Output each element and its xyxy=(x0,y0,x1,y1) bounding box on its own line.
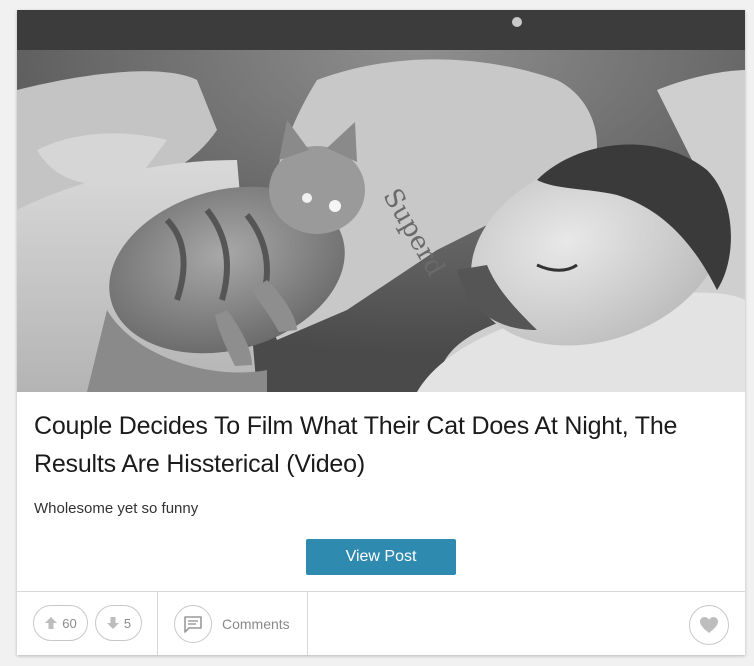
upvote-button[interactable]: 60 xyxy=(33,605,88,641)
post-subtitle: Wholesome yet so funny xyxy=(34,500,199,517)
arrow-down-icon xyxy=(106,617,119,629)
arrow-up-icon xyxy=(45,617,58,629)
post-image[interactable]: Superd xyxy=(17,10,745,392)
downvote-button[interactable]: 5 xyxy=(95,605,142,641)
downvote-count: 5 xyxy=(123,615,132,631)
post-footer: 60 5 Comments xyxy=(17,591,745,655)
comment-icon xyxy=(184,616,202,633)
post-title[interactable]: Couple Decides To Film What Their Cat Do… xyxy=(34,407,714,483)
like-button[interactable] xyxy=(689,605,729,645)
heart-icon xyxy=(700,617,718,633)
view-post-button[interactable]: View Post xyxy=(306,539,456,575)
comments-link[interactable]: Comments xyxy=(222,616,290,632)
comments-button[interactable] xyxy=(174,605,212,643)
post-card: Superd Couple Decides To Film What Their… xyxy=(17,10,745,655)
post-image-graphic: Superd xyxy=(17,10,745,392)
upvote-count: 60 xyxy=(62,615,77,631)
footer-divider xyxy=(157,592,158,655)
footer-divider xyxy=(307,592,308,655)
